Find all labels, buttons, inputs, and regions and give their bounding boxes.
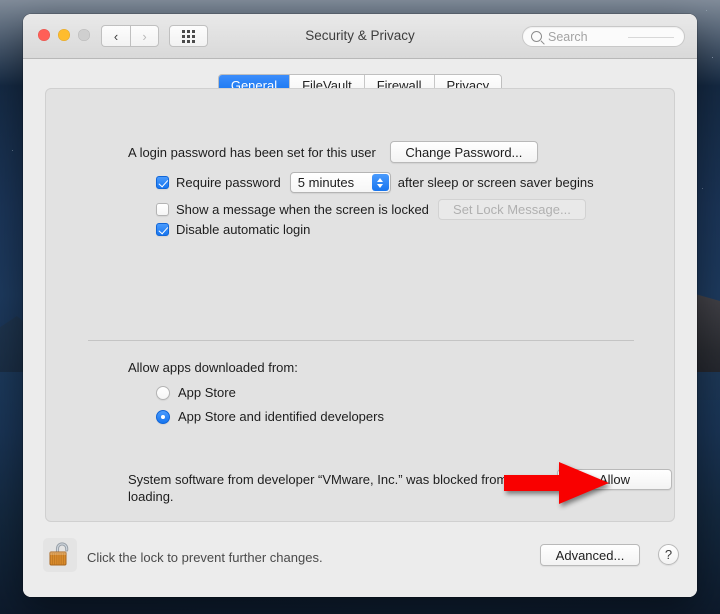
radio-app-store-control[interactable] bbox=[156, 385, 170, 400]
change-password-button[interactable]: Change Password... bbox=[389, 141, 538, 163]
star bbox=[706, 10, 707, 11]
require-password-row: Require password 5 minutes after sleep o… bbox=[156, 172, 594, 193]
general-settings-panel: A login password has been set for this u… bbox=[45, 88, 675, 522]
login-password-status: A login password has been set for this u… bbox=[128, 144, 376, 160]
radio-identified-developers-label: App Store and identified developers bbox=[178, 409, 384, 424]
desktop-background: ‹ › Security & Privacy Search General Fi… bbox=[0, 0, 720, 614]
allow-apps-label: Allow apps downloaded from: bbox=[128, 360, 298, 375]
radio-app-store-label: App Store bbox=[178, 385, 236, 400]
window-footer: Click the lock to prevent further change… bbox=[23, 522, 697, 597]
advanced-button[interactable]: Advanced... bbox=[540, 544, 640, 566]
search-icon bbox=[531, 31, 542, 42]
red-arrow-annotation-icon bbox=[504, 462, 609, 504]
window-titlebar: ‹ › Security & Privacy Search bbox=[23, 14, 697, 59]
require-password-delay-value: 5 minutes bbox=[297, 175, 355, 190]
radio-identified-developers-control[interactable] bbox=[156, 409, 170, 424]
chevron-updown-icon bbox=[371, 174, 389, 191]
show-lock-message-checkbox[interactable] bbox=[156, 203, 169, 216]
open-padlock-icon bbox=[49, 542, 69, 566]
require-password-delay-select[interactable]: 5 minutes bbox=[289, 172, 391, 193]
search-field[interactable]: Search bbox=[522, 26, 685, 47]
search-placeholder: Search bbox=[548, 29, 588, 44]
require-password-suffix: after sleep or screen saver begins bbox=[397, 175, 594, 190]
star bbox=[12, 150, 13, 151]
show-lock-message-label: Show a message when the screen is locked bbox=[176, 202, 429, 217]
help-button[interactable]: ? bbox=[658, 544, 679, 565]
disable-automatic-login-checkbox[interactable] bbox=[156, 223, 169, 236]
set-lock-message-button: Set Lock Message... bbox=[437, 199, 586, 220]
show-lock-message-row: Show a message when the screen is locked… bbox=[156, 199, 586, 220]
radio-app-store[interactable]: App Store bbox=[156, 385, 236, 400]
disable-automatic-login-label: Disable automatic login bbox=[176, 222, 311, 237]
radio-app-store-and-identified-developers[interactable]: App Store and identified developers bbox=[156, 409, 384, 424]
disable-automatic-login-row: Disable automatic login bbox=[156, 222, 310, 237]
star bbox=[702, 188, 703, 189]
lock-hint-text: Click the lock to prevent further change… bbox=[87, 550, 323, 565]
lock-button[interactable] bbox=[43, 538, 77, 572]
require-password-checkbox[interactable] bbox=[156, 176, 169, 189]
section-divider bbox=[88, 340, 634, 341]
require-password-label: Require password bbox=[176, 175, 281, 190]
search-divider-line bbox=[628, 37, 674, 38]
blocked-software-notice: System software from developer “VMware, … bbox=[128, 472, 508, 504]
star bbox=[712, 57, 713, 58]
security-privacy-window: ‹ › Security & Privacy Search General Fi… bbox=[23, 14, 697, 597]
login-password-row: A login password has been set for this u… bbox=[128, 141, 608, 163]
